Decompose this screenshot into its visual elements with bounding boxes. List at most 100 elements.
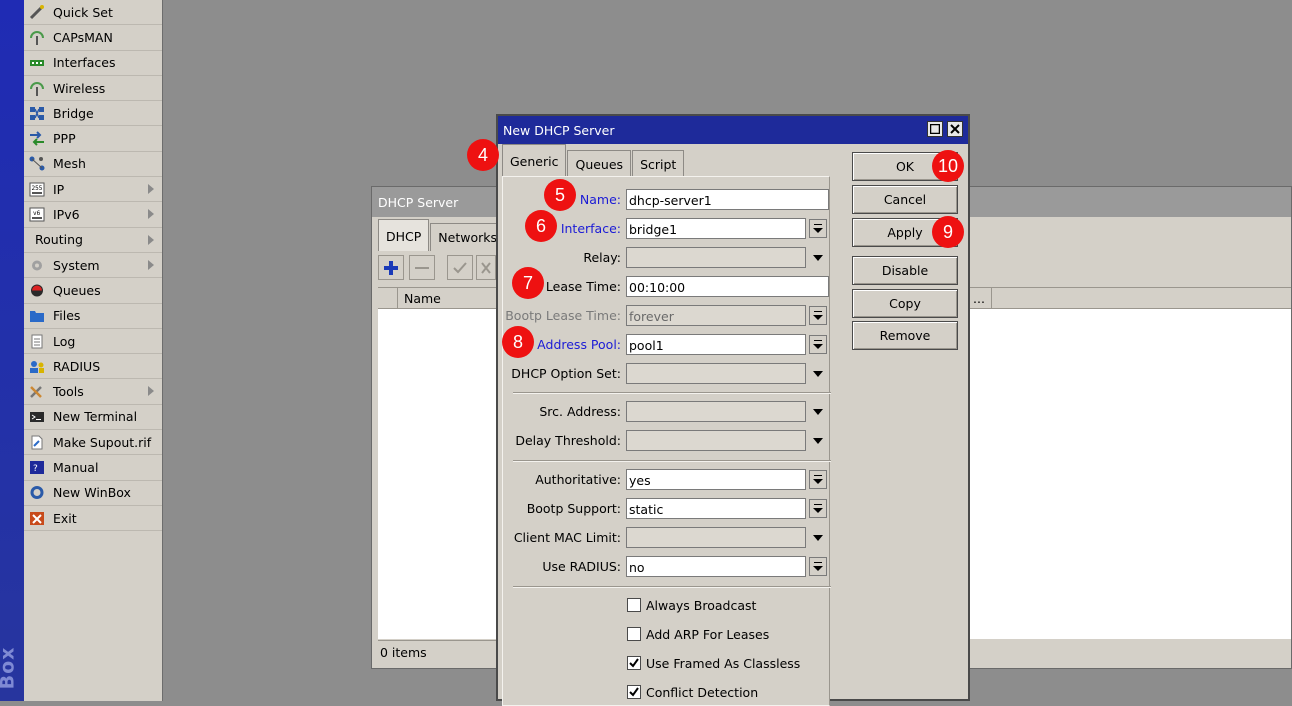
column-name[interactable]: Name	[404, 291, 441, 306]
interface-label[interactable]: Interface:	[561, 221, 621, 236]
menu-item-ip[interactable]: 255 IP	[24, 177, 162, 203]
tools-icon	[28, 384, 45, 399]
bootp-support-dropdown[interactable]	[809, 499, 827, 518]
menu-item-routing[interactable]: Routing	[24, 228, 162, 253]
always-broadcast-row[interactable]: Always Broadcast	[627, 596, 756, 614]
menu-item-new-winbox[interactable]: New WinBox	[24, 481, 162, 506]
name-field[interactable]	[626, 189, 829, 210]
chevron-down-icon	[813, 254, 823, 261]
copy-button[interactable]: Copy	[852, 289, 958, 318]
menu-item-tools[interactable]: Tools	[24, 379, 162, 405]
authoritative-field[interactable]	[626, 469, 806, 490]
dialog-titlebar[interactable]: New DHCP Server	[498, 116, 968, 144]
client-mac-limit-dropdown[interactable]	[809, 528, 827, 547]
menu-item-bridge[interactable]: Bridge	[24, 101, 162, 127]
maximize-button[interactable]	[927, 121, 943, 137]
chevron-right-icon	[148, 386, 154, 397]
bootp-support-field[interactable]	[626, 498, 806, 519]
chevron-down-icon	[813, 508, 823, 513]
add-arp-for-leases-row[interactable]: Add ARP For Leases	[627, 625, 769, 643]
disable-button[interactable]	[476, 255, 496, 280]
src-address-label: Src. Address:	[539, 404, 621, 419]
cancel-button[interactable]: Cancel	[852, 185, 958, 214]
dhcp-option-set-row: DHCP Option Set:	[503, 363, 833, 385]
src-address-dropdown[interactable]	[809, 402, 827, 421]
always-broadcast-checkbox[interactable]	[627, 598, 641, 612]
menu-item-quick-set[interactable]: Quick Set	[24, 0, 162, 26]
menu-item-system[interactable]: System	[24, 253, 162, 279]
tab-queues[interactable]: Queues	[567, 150, 632, 178]
svg-text:v6: v6	[33, 210, 41, 217]
tab-generic[interactable]: Generic	[502, 144, 567, 176]
menu-item-label: New Terminal	[53, 409, 138, 425]
callout-marker: 9	[932, 216, 964, 248]
users-icon	[28, 359, 45, 374]
client-mac-limit-field[interactable]	[626, 527, 806, 548]
add-button[interactable]	[378, 255, 404, 280]
side-menu: Quick Set CAPsMAN Interfaces Wireless Bridge…	[24, 0, 163, 701]
conflict-detection-checkbox[interactable]	[627, 685, 641, 699]
generic-panel: Name: Interface: Relay: Lease Time: Boot…	[502, 176, 833, 706]
add-arp-for-leases-checkbox[interactable]	[627, 627, 641, 641]
relay-dropdown[interactable]	[809, 248, 827, 267]
menu-item-label: Make Supout.rif	[53, 434, 152, 450]
menu-item-manual[interactable]: ? Manual	[24, 455, 162, 481]
menu-item-files[interactable]: Files	[24, 304, 162, 329]
menu-item-queues[interactable]: Queues	[24, 278, 162, 304]
bootp-lease-time-field[interactable]	[626, 305, 806, 326]
use-framed-as-classless-row[interactable]: Use Framed As Classless	[627, 654, 800, 672]
callout-marker: 8	[502, 326, 534, 358]
bootp-support-row: Bootp Support:	[503, 498, 833, 520]
menu-item-label: Tools	[53, 384, 84, 400]
lease-time-field[interactable]	[626, 276, 829, 297]
authoritative-dropdown[interactable]	[809, 470, 827, 489]
name-label[interactable]: Name:	[580, 192, 621, 207]
address-pool-dropdown[interactable]	[809, 335, 827, 354]
menu-item-new-terminal[interactable]: New Terminal	[24, 405, 162, 431]
menu-item-interfaces[interactable]: Interfaces	[24, 51, 162, 76]
interface-field[interactable]	[626, 218, 806, 239]
dialog-title: New DHCP Server	[503, 123, 615, 138]
tab-script[interactable]: Script	[632, 150, 685, 178]
menu-item-wireless[interactable]: Wireless	[24, 76, 162, 102]
menu-item-radius[interactable]: RADIUS	[24, 354, 162, 380]
menu-item-ipv6[interactable]: v6 IPv6	[24, 202, 162, 228]
use-radius-dropdown[interactable]	[809, 557, 827, 576]
src-address-field[interactable]	[626, 401, 806, 422]
disable-button[interactable]: Disable	[852, 256, 958, 285]
relay-field[interactable]	[626, 247, 806, 268]
menu-item-exit[interactable]: Exit	[24, 506, 162, 532]
conflict-detection-row[interactable]: Conflict Detection	[627, 683, 758, 701]
list-header-corner	[378, 288, 398, 308]
use-framed-as-classless-checkbox[interactable]	[627, 656, 641, 670]
menu-item-label: PPP	[53, 131, 76, 147]
use-radius-field[interactable]	[626, 556, 806, 577]
delay-threshold-dropdown[interactable]	[809, 431, 827, 450]
close-button[interactable]	[947, 121, 963, 137]
dhcp-option-set-field[interactable]	[626, 363, 806, 384]
menu-item-capsman[interactable]: CAPsMAN	[24, 25, 162, 51]
address-pool-label[interactable]: Address Pool:	[537, 337, 621, 352]
menu-item-mesh[interactable]: Mesh	[24, 152, 162, 178]
remove-button[interactable]	[409, 255, 435, 280]
address-pool-field[interactable]	[626, 334, 806, 355]
remove-button[interactable]: Remove	[852, 321, 958, 350]
delay-threshold-field[interactable]	[626, 430, 806, 451]
menu-item-ppp[interactable]: PPP	[24, 126, 162, 152]
bootp-lease-time-dropdown[interactable]	[809, 306, 827, 325]
tab-networks[interactable]: Networks	[430, 223, 506, 251]
menu-item-make-supout-rif[interactable]: Make Supout.rif	[24, 430, 162, 456]
src-address-row: Src. Address:	[503, 401, 833, 423]
dhcp-option-set-dropdown[interactable]	[809, 364, 827, 383]
menu-item-log[interactable]: Log	[24, 329, 162, 355]
interface-dropdown[interactable]	[809, 219, 827, 238]
enable-button[interactable]	[447, 255, 473, 280]
column-more[interactable]: ...	[969, 288, 988, 308]
menu-item-label: IPv6	[53, 207, 80, 223]
chevron-right-icon	[148, 184, 154, 195]
bootp-support-label: Bootp Support:	[526, 501, 621, 516]
tab-dhcp[interactable]: DHCP	[378, 219, 430, 251]
lease-time-label: Lease Time:	[545, 279, 621, 294]
supout-icon	[28, 435, 45, 450]
dhcp-window-tabs: DHCP Networks	[378, 219, 506, 251]
